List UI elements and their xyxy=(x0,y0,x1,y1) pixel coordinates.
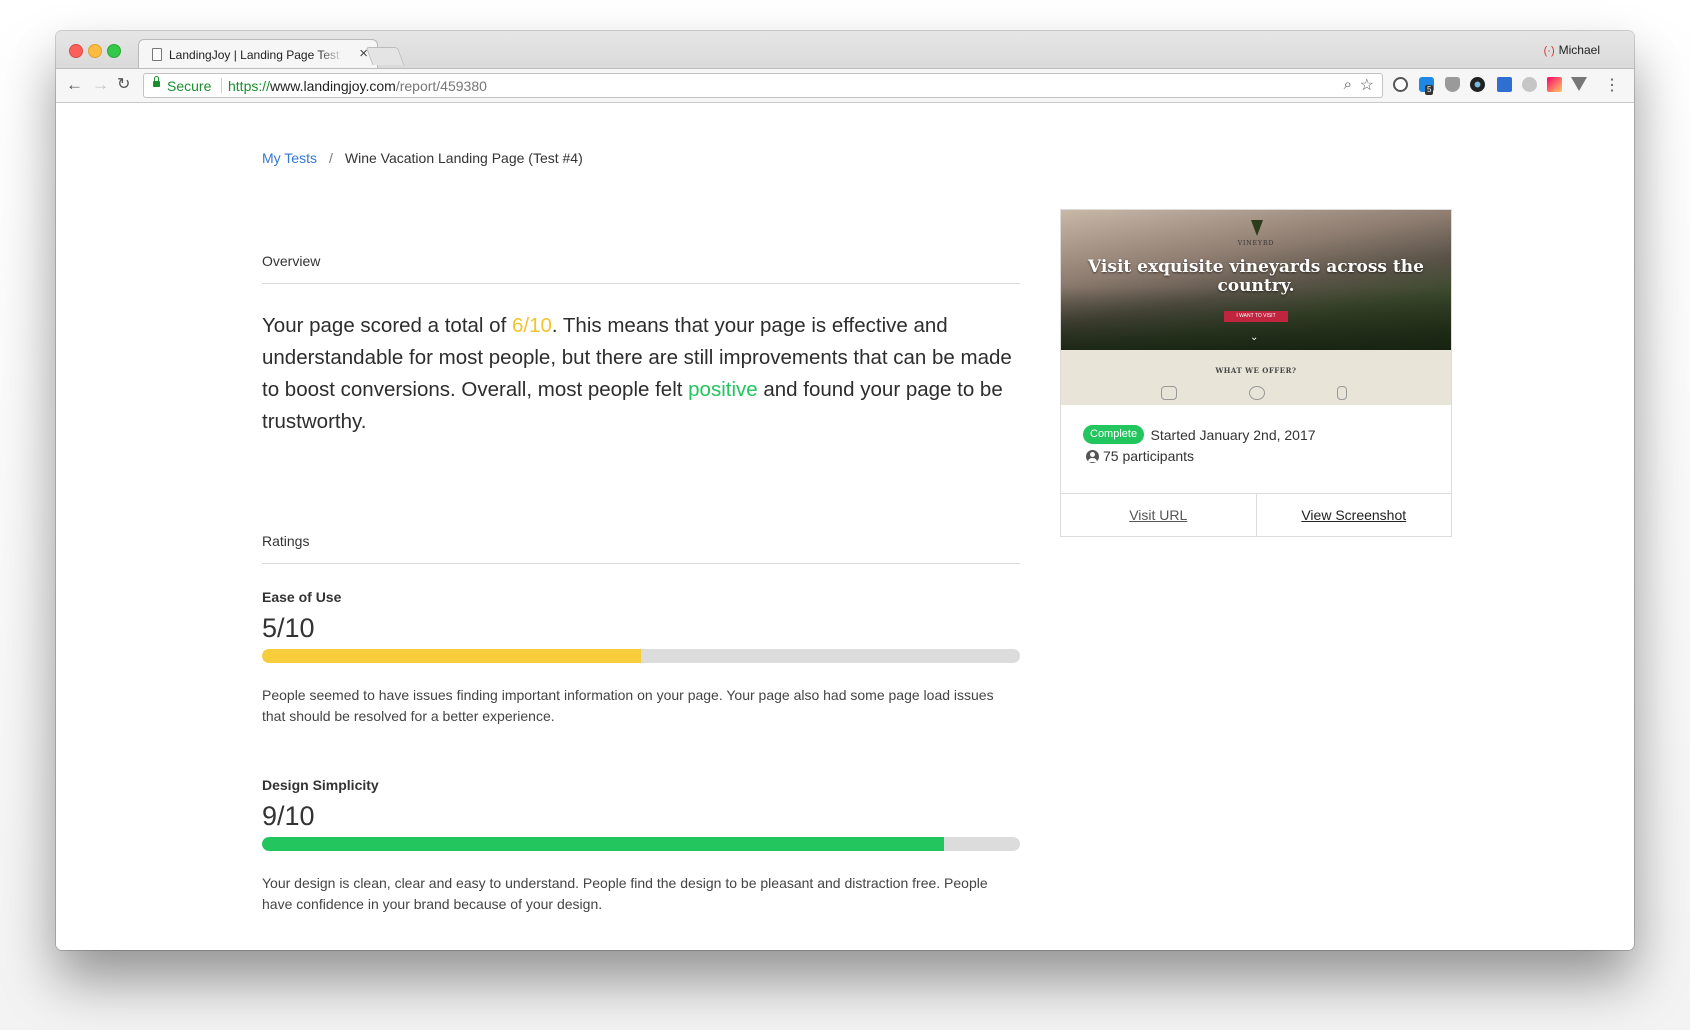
forward-arrow-icon[interactable]: → xyxy=(92,76,109,94)
url-host: www.landingjoy.com xyxy=(270,78,396,94)
secure-label: Secure xyxy=(167,78,212,94)
browser-tab[interactable]: LandingJoy | Landing Page Test × xyxy=(138,39,378,69)
chevron-down-icon: ⌄ xyxy=(1250,332,1259,343)
rating-name: Ease of Use xyxy=(262,589,342,605)
rating-score: 5/10 xyxy=(262,613,315,643)
rating-description: People seemed to have issues finding imp… xyxy=(262,687,994,724)
browser-toolbar: ← → ↻ Secure https://www.landingjoy.com/… xyxy=(56,68,1634,103)
user-icon xyxy=(1086,449,1099,463)
title-bar: LandingJoy | Landing Page Test × (·) Mich… xyxy=(56,31,1634,69)
close-window-button[interactable] xyxy=(69,44,83,58)
url-text[interactable]: https://www.landingjoy.com/report/459380 xyxy=(228,78,487,94)
thumbnail-hero-image: VINEYRD Visit exquisite vineyards across… xyxy=(1061,210,1451,350)
vue-extension-icon[interactable] xyxy=(1571,77,1587,91)
new-tab-button[interactable] xyxy=(365,47,405,65)
page-thumbnail: VINEYRD Visit exquisite vineyards across… xyxy=(1061,210,1451,405)
address-bar[interactable]: Secure https://www.landingjoy.com/report… xyxy=(143,73,1383,98)
rating-progress-track xyxy=(262,649,1020,663)
breadcrumb-current: Wine Vacation Landing Page (Test #4) xyxy=(344,150,583,166)
status-badge: Complete xyxy=(1083,425,1145,444)
rating-score: 9/10 xyxy=(262,801,315,831)
rating-description: Your design is clean, clear and easy to … xyxy=(262,875,988,912)
back-arrow-icon[interactable]: ← xyxy=(66,76,83,94)
zoom-search-icon[interactable]: ⌕ xyxy=(1344,76,1352,93)
browser-menu-icon[interactable]: ⋮ xyxy=(1604,75,1620,95)
overview-summary: Your page scored a total of 6/10. This m… xyxy=(262,310,1020,438)
extension-badge: 5 xyxy=(1425,85,1434,95)
rating-progress-track xyxy=(262,837,1020,851)
url-scheme: https:// xyxy=(228,78,271,94)
breadcrumb-separator: / xyxy=(328,150,333,166)
rating-progress-fill xyxy=(262,649,641,663)
guide-icon xyxy=(1249,386,1265,400)
report-main: Overview Your page scored a total of 6/1… xyxy=(262,253,1020,915)
rating-name: Design Simplicity xyxy=(262,777,379,793)
bookmark-star-icon[interactable]: ☆ xyxy=(1360,75,1374,95)
screen-extension-icon[interactable] xyxy=(1497,77,1512,92)
rating-progress-fill xyxy=(262,837,945,851)
rating-ease-of-use: Ease of Use 5/10 People seemed to have i… xyxy=(262,589,1020,727)
profile-name: Michael xyxy=(1558,43,1600,57)
breadcrumb: My Tests / Wine Vacation Landing Page (Tes… xyxy=(262,150,583,166)
wine-bottle-icon xyxy=(1337,386,1347,400)
address-separator xyxy=(221,78,222,93)
minimize-window-button[interactable] xyxy=(88,44,102,58)
lock-icon xyxy=(153,76,160,87)
profile-icon: (·) xyxy=(1543,45,1555,57)
thumbnail-offer-section: WHAT WE OFFER? xyxy=(1061,350,1451,405)
page-content: My Tests / Wine Vacation Landing Page (Tes… xyxy=(56,103,1634,950)
password-extension-icon[interactable] xyxy=(1393,77,1408,92)
overview-divider xyxy=(262,283,1020,284)
url-path: /report/459380 xyxy=(395,78,487,94)
visit-url-link[interactable]: Visit URL xyxy=(1061,494,1257,536)
tab-title: LandingJoy | Landing Page Test xyxy=(169,48,340,62)
profile-button[interactable]: (·) Michael xyxy=(1544,43,1600,57)
participants-row: 75 participants xyxy=(1083,448,1433,464)
shield-extension-icon[interactable] xyxy=(1445,77,1460,92)
test-info: Complete Started January 2nd, 2017 75 pa… xyxy=(1083,425,1433,464)
gradient-extension-icon[interactable] xyxy=(1547,77,1562,92)
total-score: 6/10 xyxy=(511,314,552,337)
view-screenshot-link[interactable]: View Screenshot xyxy=(1257,494,1452,536)
participants-count: 75 participants xyxy=(1103,448,1195,464)
start-date: Started January 2nd, 2017 xyxy=(1150,426,1316,443)
test-summary-card: VINEYRD Visit exquisite vineyards across… xyxy=(1060,209,1452,537)
document-icon xyxy=(152,48,162,61)
thumbnail-offer-heading: WHAT WE OFFER? xyxy=(1215,366,1297,375)
reload-icon[interactable]: ↻ xyxy=(117,76,130,94)
browser-window: LandingJoy | Landing Page Test × (·) Mich… xyxy=(56,31,1634,950)
color-picker-extension-icon[interactable] xyxy=(1470,77,1485,92)
card-actions: Visit URL View Screenshot xyxy=(1061,493,1451,536)
ratings-heading: Ratings xyxy=(262,533,310,549)
summary-intro: Your page scored a total of xyxy=(262,314,512,337)
sentiment: positive xyxy=(688,378,758,401)
rating-design-simplicity: Design Simplicity 9/10 Your design is cl… xyxy=(262,777,1020,915)
ratings-divider xyxy=(262,563,1020,564)
overview-heading: Overview xyxy=(262,253,321,269)
thumbnail-brand: VINEYRD xyxy=(1237,240,1275,247)
thumbnail-cta: I WANT TO VISIT xyxy=(1224,311,1288,322)
zoom-window-button[interactable] xyxy=(107,44,121,58)
thumbnail-headline: Visit exquisite vineyards across the cou… xyxy=(1088,257,1424,296)
vineyard-logo-icon xyxy=(1251,220,1263,236)
bus-icon xyxy=(1161,386,1177,400)
breadcrumb-my-tests-link[interactable]: My Tests xyxy=(262,150,317,166)
privacy-extension-icon[interactable] xyxy=(1522,77,1537,92)
